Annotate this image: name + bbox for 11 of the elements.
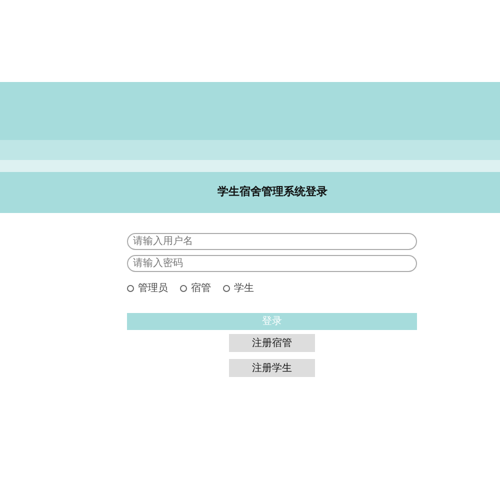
role-radio[interactable] xyxy=(223,285,230,292)
role-label: 学生 xyxy=(234,282,254,296)
role-label: 宿管 xyxy=(191,282,211,296)
register-button[interactable]: 注册宿管 xyxy=(229,334,315,352)
role-radio[interactable] xyxy=(127,285,134,292)
password-field[interactable]: 请输入密码 xyxy=(127,255,417,272)
role-radio[interactable] xyxy=(180,285,187,292)
page-title: 学生宿舍管理系统登录 xyxy=(216,184,328,200)
register-button[interactable]: 注册学生 xyxy=(229,359,315,377)
role-label: 管理员 xyxy=(138,282,168,296)
username-field[interactable]: 请输入用户名 xyxy=(127,233,417,250)
